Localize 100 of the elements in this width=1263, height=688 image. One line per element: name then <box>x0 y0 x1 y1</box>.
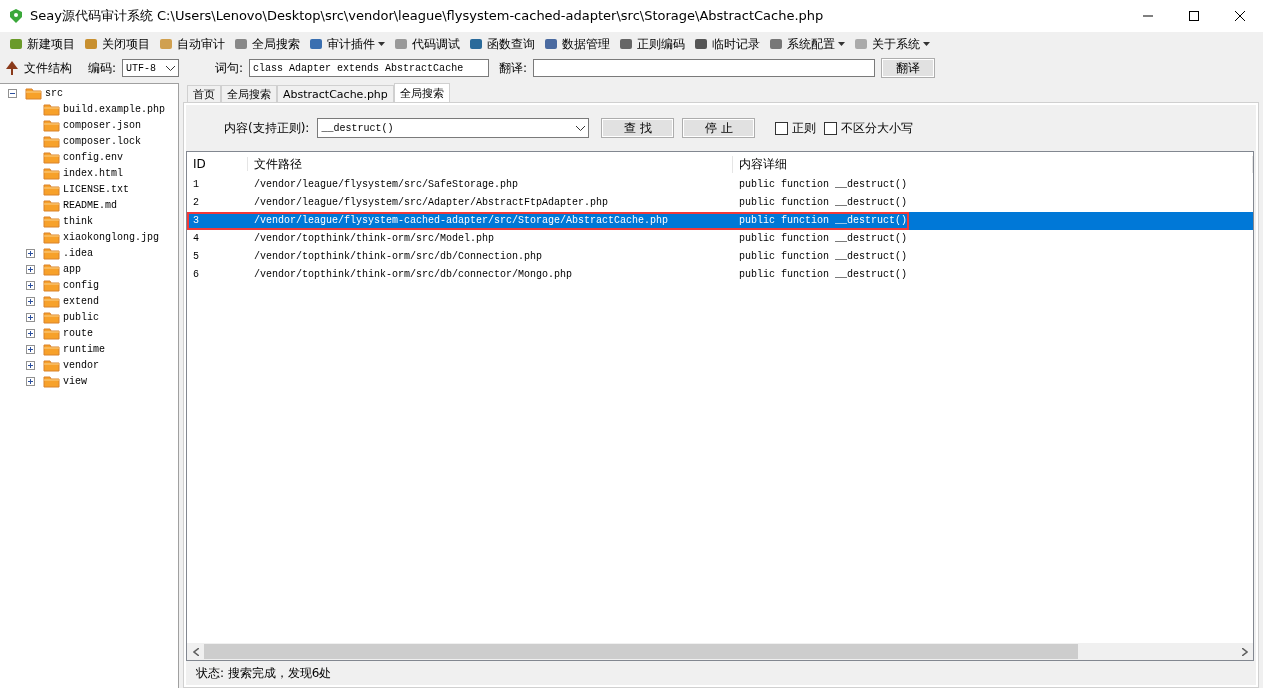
toolbar-icon <box>618 36 634 52</box>
tree-item[interactable]: composer.json <box>63 119 141 131</box>
horizontal-scrollbar[interactable] <box>187 643 1253 660</box>
encoding-select[interactable]: UTF-8 <box>122 59 180 77</box>
tree-item[interactable]: think <box>63 215 93 227</box>
status-text: 状态: 搜索完成，发现6处 <box>196 664 332 682</box>
expand-icon[interactable] <box>26 264 35 274</box>
folder-icon <box>43 198 60 212</box>
table-cell-text: 3 <box>192 215 200 227</box>
expand-icon[interactable] <box>26 296 35 306</box>
tree-item[interactable]: .idea <box>63 247 93 259</box>
checkbox[interactable] <box>775 121 789 135</box>
tree-item[interactable]: runtime <box>63 343 105 355</box>
result-row[interactable]: 4 /vendor/topthink/think-orm/src/Model.php public function __destruct() <box>187 230 1253 248</box>
column-header[interactable]: 内容详细 <box>733 155 1253 173</box>
result-row[interactable]: 1 /vendor/league/flysystem/src/SafeStorage.php public function __destruct() <box>187 176 1253 194</box>
encoding-label: 编码: <box>88 59 117 77</box>
toolbar-icon <box>393 36 409 52</box>
table-cell-text: 4 <box>192 233 200 245</box>
tree-item[interactable]: README.md <box>63 199 117 211</box>
table-cell-text: public function __destruct() <box>738 179 909 191</box>
table-cell-text: public function __destruct() <box>738 215 909 227</box>
folder-icon <box>43 182 60 196</box>
toolbar-button[interactable]: 临时记录 <box>691 33 762 55</box>
expand-icon[interactable] <box>26 312 35 322</box>
app-logo-icon <box>8 8 24 24</box>
tree-item[interactable]: LICENSE.txt <box>63 183 129 195</box>
collapse-icon[interactable] <box>8 88 17 98</box>
result-row[interactable]: 2 /vendor/league/flysystem/src/Adapter/AbstractFtpAdapter.php public function __destruct() <box>187 194 1253 212</box>
toolbar-button[interactable]: 系统配置 <box>766 33 847 55</box>
table-cell-text: /vendor/league/flysystem-cached-adapter/src/Storage/AbstractCache.php <box>253 215 670 227</box>
result-row[interactable]: 6 /vendor/topthink/think-orm/src/db/connector/Mongo.php public function __destruct() <box>187 266 1253 284</box>
tree-item[interactable]: vendor <box>63 359 99 371</box>
tree-item[interactable]: extend <box>63 295 99 307</box>
tree-item[interactable]: build.example.php <box>63 103 166 115</box>
table-cell-text: /vendor/league/flysystem/src/SafeStorage.php <box>253 179 520 191</box>
tree-item[interactable]: public <box>63 311 99 323</box>
tree-item[interactable]: src <box>45 87 63 99</box>
tree-item[interactable]: config <box>63 279 99 291</box>
search-combobox[interactable]: __destruct() <box>317 118 590 138</box>
toolbar-button[interactable]: 函数查询 <box>466 33 537 55</box>
folder-icon <box>43 326 60 340</box>
toolbar-icon <box>158 36 174 52</box>
toolbar-button[interactable]: 关闭项目 <box>81 33 152 55</box>
toolbar-button[interactable]: 关于系统 <box>851 33 932 55</box>
expand-icon[interactable] <box>26 328 35 338</box>
expand-icon[interactable] <box>26 376 35 386</box>
folder-icon <box>43 102 60 116</box>
table-cell-text: /vendor/topthink/think-orm/src/db/Connection.php <box>253 251 544 263</box>
tree-item[interactable]: config.env <box>63 151 123 163</box>
tree-item[interactable]: composer.lock <box>63 135 141 147</box>
translate-button[interactable]: 翻译 <box>881 58 936 78</box>
tree-item[interactable]: xiaokonglong.jpg <box>63 231 159 243</box>
table-cell-text: 5 <box>192 251 200 263</box>
tree-icon <box>6 61 18 75</box>
tab[interactable]: 全局搜索 <box>221 85 277 102</box>
toolbar-icon <box>693 36 709 52</box>
folder-icon <box>43 358 60 372</box>
toolbar-icon <box>83 36 99 52</box>
column-header[interactable]: 文件路径 <box>248 155 733 173</box>
expand-icon[interactable] <box>26 280 35 290</box>
toolbar-button[interactable]: 全局搜索 <box>231 33 302 55</box>
find-button[interactable]: 查 找 <box>601 118 675 138</box>
folder-icon <box>25 86 42 100</box>
expand-icon[interactable] <box>26 344 35 354</box>
toolbar-button[interactable]: 自动审计 <box>156 33 227 55</box>
toolbar-button[interactable]: 新建项目 <box>6 33 77 55</box>
folder-icon <box>43 214 60 228</box>
folder-icon <box>43 118 60 132</box>
tab[interactable]: 首页 <box>187 85 221 102</box>
stop-button[interactable]: 停 止 <box>682 118 756 138</box>
tree-item[interactable]: route <box>63 327 93 339</box>
result-row[interactable]: 3 /vendor/league/flysystem-cached-adapter/src/Storage/AbstractCache.php public function __destruct() <box>187 212 1253 230</box>
column-header[interactable]: ID <box>187 157 248 171</box>
toolbar-button[interactable]: 审计插件 <box>306 33 387 55</box>
tab[interactable]: AbstractCache.php <box>277 85 394 102</box>
result-row[interactable]: 5 /vendor/topthink/think-orm/src/db/Connection.php public function __destruct() <box>187 248 1253 266</box>
table-cell-text: /vendor/topthink/think-orm/src/Model.php <box>253 233 496 245</box>
expand-icon[interactable] <box>26 248 35 258</box>
scroll-thumb[interactable] <box>204 644 1078 659</box>
tab[interactable]: 全局搜索 <box>393 83 450 102</box>
folder-icon <box>43 374 60 388</box>
folder-icon <box>43 310 60 324</box>
folder-icon <box>43 294 60 308</box>
table-cell-text: /vendor/topthink/think-orm/src/db/connector/Mongo.php <box>253 269 574 281</box>
toolbar-icon <box>308 36 324 52</box>
window-title: Seay源代码审计系统 C:\Users\Lenovo\Desktop\src\vendor\league\flysystem-cached-adapter\src\Storage\AbstractCache.php <box>30 7 825 25</box>
checkbox[interactable] <box>824 121 838 135</box>
folder-icon <box>43 150 60 164</box>
toolbar-button[interactable]: 正则编码 <box>616 33 687 55</box>
translate-field[interactable] <box>533 59 876 77</box>
toolbar-icon <box>853 36 869 52</box>
tree-item[interactable]: index.html <box>63 167 123 179</box>
tree-item[interactable]: view <box>63 375 87 387</box>
toolbar-button[interactable]: 数据管理 <box>541 33 612 55</box>
tree-item[interactable]: app <box>63 263 81 275</box>
toolbar-icon <box>543 36 559 52</box>
query-field[interactable]: class Adapter extends AbstractCache <box>249 59 490 77</box>
expand-icon[interactable] <box>26 360 35 370</box>
toolbar-button[interactable]: 代码调试 <box>391 33 462 55</box>
